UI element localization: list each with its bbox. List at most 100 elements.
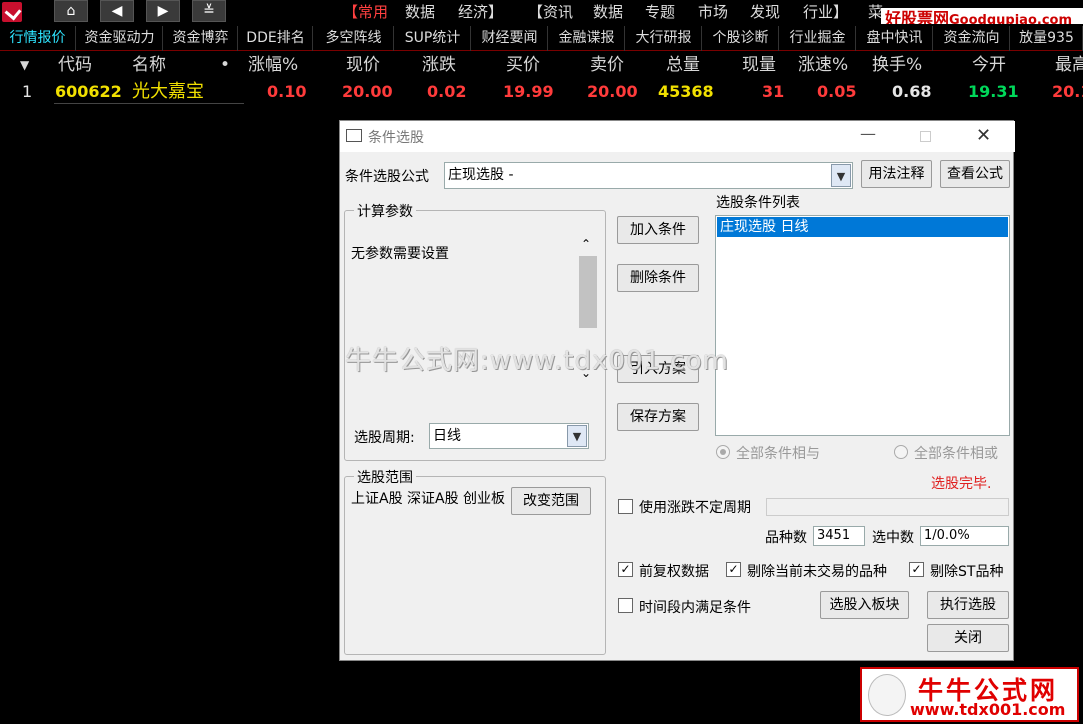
scroll-thumb[interactable] (579, 256, 597, 328)
row-name[interactable]: 光大嘉宝 (132, 80, 204, 104)
row-bid: 19.99 (503, 82, 554, 101)
tab-dde[interactable]: DDE排名 (239, 26, 313, 51)
tab-quotes[interactable]: 行情报价 (0, 26, 76, 51)
radio-all-and[interactable] (716, 445, 730, 459)
row-high: 20.1 (1052, 82, 1083, 101)
col-chg[interactable]: 涨跌 (422, 53, 456, 77)
collapse-button[interactable]: ≚ (192, 0, 226, 22)
col-cur-vol[interactable]: 现量 (742, 53, 776, 77)
chevron-down-icon[interactable]: ▼ (567, 425, 587, 447)
col-name[interactable]: 名称 (132, 53, 166, 77)
menu-news[interactable]: 【资讯 (528, 0, 573, 24)
close-button[interactable]: 关闭 (927, 624, 1009, 652)
tab-intel[interactable]: 金融谍报 (549, 26, 625, 51)
dialog-titlebar[interactable]: 条件选股 — ✕ (340, 121, 1015, 152)
row-code[interactable]: 600622 (55, 80, 122, 104)
run-selection-button[interactable]: 执行选股 (927, 591, 1009, 619)
save-scheme-button[interactable]: 保存方案 (617, 403, 699, 431)
delete-condition-button[interactable]: 删除条件 (617, 264, 699, 292)
col-open[interactable]: 今开 (972, 53, 1006, 77)
exclude-st-checkbox[interactable]: ✓ (909, 562, 924, 577)
menu-market[interactable]: 市场 (698, 0, 728, 24)
back-button[interactable]: ◀ (100, 0, 134, 22)
formula-value: 庄现选股 - (448, 167, 514, 183)
to-block-button[interactable]: 选股入板块 (820, 591, 909, 619)
sort-icon[interactable]: ▼ (20, 53, 29, 77)
period-value: 日线 (433, 428, 461, 444)
menu-common[interactable]: 【常用 (343, 0, 388, 24)
col-code[interactable]: 代码 (58, 53, 92, 77)
col-vol[interactable]: 总量 (666, 53, 700, 77)
app-logo-icon[interactable] (2, 2, 22, 22)
uncertain-period-label: 使用涨跌不定周期 (639, 500, 751, 516)
count-label: 品种数 (765, 530, 807, 546)
radio-all-and-label: 全部条件相与 (736, 446, 820, 462)
scroll-up-icon[interactable]: ⌃ (581, 237, 591, 251)
view-formula-button[interactable]: 查看公式 (940, 160, 1010, 188)
col-high[interactable]: 最高 (1055, 53, 1083, 77)
tab-sup[interactable]: SUP统计 (395, 26, 471, 51)
tab-diagnosis[interactable]: 个股诊断 (703, 26, 779, 51)
exclude-notrade-label: 剔除当前未交易的品种 (747, 564, 887, 580)
maximize-icon[interactable] (920, 131, 931, 142)
time-range-label: 时间段内满足条件 (639, 600, 751, 616)
col-turnover[interactable]: 换手% (872, 53, 922, 77)
tab-industry-mining[interactable]: 行业掘金 (780, 26, 856, 51)
col-bid[interactable]: 买价 (506, 53, 540, 77)
exclude-notrade-checkbox[interactable]: ✓ (726, 562, 741, 577)
period-select[interactable]: 日线 ▼ (429, 423, 589, 449)
tab-finance-news[interactable]: 财经要闻 (472, 26, 548, 51)
cow-icon (868, 674, 906, 716)
tab-volume935[interactable]: 放量935 (1011, 26, 1083, 51)
col-price[interactable]: 现价 (346, 53, 380, 77)
row-underline (54, 103, 244, 104)
adjust-label: 前复权数据 (639, 564, 709, 580)
col-dot: • (220, 55, 231, 75)
menu-economy[interactable]: 经济】 (458, 0, 503, 24)
period-label: 选股周期: (354, 430, 415, 446)
menu-topics[interactable]: 专题 (645, 0, 675, 24)
tab-fund-flow[interactable]: 资金流向 (934, 26, 1010, 51)
tab-flash[interactable]: 盘中快讯 (857, 26, 933, 51)
tab-longshort[interactable]: 多空阵线 (314, 26, 394, 51)
row-chg-pct: 0.10 (267, 82, 307, 101)
corner-logo: 牛牛公式网 www.tdx001.com (860, 667, 1079, 722)
usage-notes-button[interactable]: 用法注释 (861, 160, 932, 188)
condition-list[interactable]: 庄现选股 日线 (715, 215, 1010, 436)
menu-industry[interactable]: 行业】 (803, 0, 848, 24)
home-button[interactable]: ⌂ (54, 0, 88, 22)
row-open: 19.31 (968, 82, 1019, 101)
row-chg: 0.02 (427, 82, 467, 101)
row-vol: 45368 (658, 82, 714, 101)
scope-group-label: 选股范围 (354, 467, 416, 487)
radio-all-or[interactable] (894, 445, 908, 459)
col-ask[interactable]: 卖价 (590, 53, 624, 77)
stock-terminal-window: ⌂ ◀ ▶ ≚ 【常用 数据 经济】 【资讯 数据 专题 市场 发现 行业】 菜… (0, 0, 1083, 724)
status-text: 选股完毕. (931, 476, 992, 492)
count-value: 3451 (813, 526, 865, 546)
menu-data[interactable]: 数据 (405, 0, 435, 24)
formula-label: 条件选股公式 (345, 169, 429, 185)
menu-discover[interactable]: 发现 (750, 0, 780, 24)
menu-data-2[interactable]: 数据 (593, 0, 623, 24)
row-cur-vol: 31 (762, 82, 785, 101)
change-scope-button[interactable]: 改变范围 (511, 487, 591, 515)
formula-select[interactable]: 庄现选股 - ▼ (444, 162, 853, 189)
add-condition-button[interactable]: 加入条件 (617, 216, 699, 244)
uncertain-period-checkbox[interactable] (618, 499, 633, 514)
radio-all-or-label: 全部条件相或 (914, 446, 998, 462)
minimize-icon[interactable]: — (860, 124, 876, 143)
col-speed[interactable]: 涨速% (798, 53, 848, 77)
dialog-title: 条件选股 (368, 130, 424, 146)
tab-research[interactable]: 大行研报 (626, 26, 702, 51)
tab-fund-drive[interactable]: 资金驱动力 (77, 26, 163, 51)
watermark-text: 牛牛公式网:www.tdx001.com (345, 346, 729, 376)
col-chg-pct[interactable]: 涨幅% (248, 53, 298, 77)
chevron-down-icon[interactable]: ▼ (831, 164, 851, 187)
adjust-checkbox[interactable]: ✓ (618, 562, 633, 577)
time-range-checkbox[interactable] (618, 598, 633, 613)
forward-button[interactable]: ▶ (146, 0, 180, 22)
close-icon[interactable]: ✕ (976, 125, 991, 146)
list-item[interactable]: 庄现选股 日线 (717, 217, 1008, 237)
tab-fund-game[interactable]: 资金博弈 (164, 26, 238, 51)
